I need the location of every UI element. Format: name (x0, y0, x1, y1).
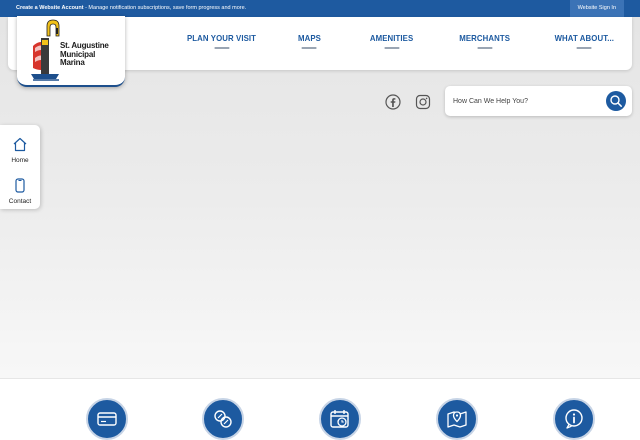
search-icon (610, 95, 622, 107)
side-item-home-label: Home (11, 157, 29, 164)
logo-line-3: Marina (60, 58, 85, 67)
home-icon (13, 137, 27, 152)
side-quick-tab: Home Contact (0, 125, 40, 209)
promo-description: - Manage notification subscriptions, sav… (83, 5, 247, 11)
quick-link-info[interactable] (553, 398, 595, 440)
map-pin-icon (447, 411, 467, 428)
instagram-icon[interactable] (415, 94, 431, 110)
credit-card-icon (97, 412, 117, 426)
search-input[interactable] (453, 93, 601, 109)
quick-link-payments[interactable] (86, 398, 128, 440)
create-account-link[interactable]: Create a Website Account (16, 5, 84, 11)
quick-link-maps[interactable] (436, 398, 478, 440)
side-item-contact[interactable]: Contact (0, 178, 40, 205)
logo-wordmark: St. Augustine Municipal Marina (60, 41, 124, 68)
top-notification-bar: Create a Website Account - Manage notifi… (0, 0, 640, 17)
nav-plan-your-visit[interactable]: PLAN YOUR VISIT (187, 33, 256, 49)
search-button[interactable] (606, 91, 626, 111)
nav-maps[interactable]: MAPS (298, 33, 321, 49)
site-search (445, 86, 632, 116)
side-item-contact-label: Contact (8, 198, 32, 205)
info-chat-icon (565, 409, 583, 429)
phone-icon (15, 178, 25, 193)
website-sign-in-button[interactable]: Website Sign In (569, 0, 624, 17)
create-account-promo[interactable]: Create a Website Account - Manage notifi… (16, 0, 246, 17)
nav-merchants[interactable]: MERCHANTS (459, 33, 510, 49)
nav-amenities[interactable]: AMENITIES (370, 33, 413, 49)
nav-what-about[interactable]: WHAT ABOUT... (555, 33, 614, 49)
calendar-clock-icon (330, 410, 349, 428)
facebook-icon[interactable] (385, 94, 401, 110)
site-logo[interactable]: St. Augustine Municipal Marina (17, 16, 125, 87)
coins-icon (214, 410, 232, 428)
side-item-home[interactable]: Home (0, 137, 40, 164)
quick-link-calendar[interactable] (319, 398, 361, 440)
quick-link-fees[interactable] (202, 398, 244, 440)
